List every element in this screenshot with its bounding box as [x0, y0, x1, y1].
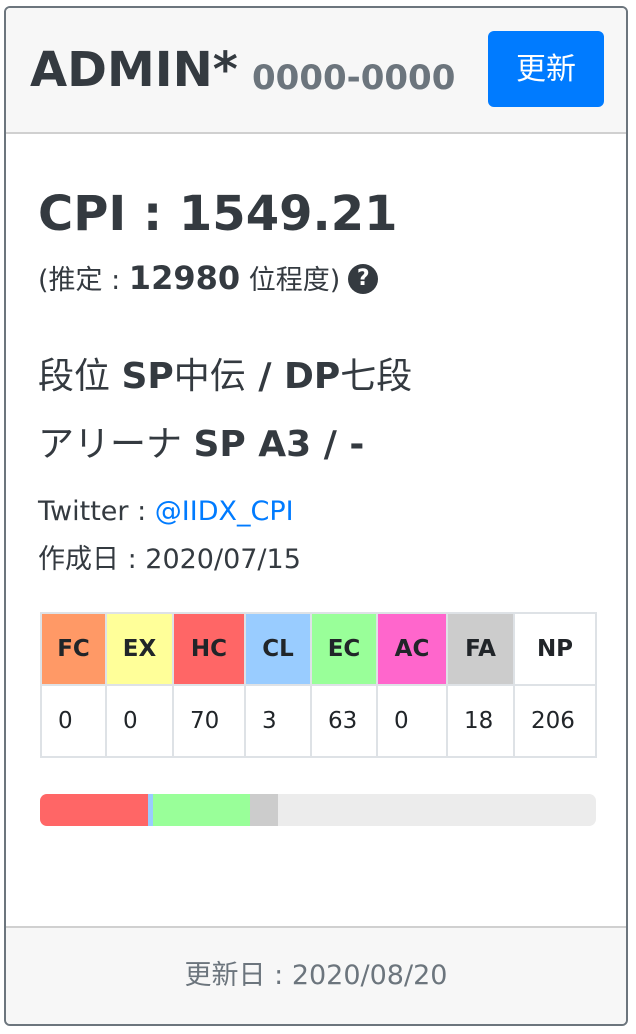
- updated-date: 2020/08/20: [291, 960, 448, 991]
- dan-separator: /: [245, 356, 284, 397]
- profile-card: ADMIN* 0000-0000 更新 CPI : 1549.21 (推定 : …: [4, 6, 628, 1026]
- progress-segment-fa: [250, 794, 278, 826]
- lamp-header-ex: EX: [105, 612, 174, 686]
- card-footer: 更新日 : 2020/08/20: [6, 926, 626, 1024]
- lamp-header-ec: EC: [310, 612, 378, 686]
- user-id: 0000-0000: [252, 58, 456, 98]
- updated-label: 更新日 :: [184, 960, 292, 991]
- twitter-link[interactable]: @IIDX_CPI: [155, 496, 294, 527]
- arena-value: SP A3 / -: [193, 424, 365, 465]
- cpi-value: 1549.21: [178, 186, 398, 242]
- lamp-count-ac: 0: [376, 684, 448, 758]
- updated-line: 更新日 : 2020/08/20: [6, 956, 626, 996]
- dan-sp: SP: [121, 356, 174, 397]
- question-circle-icon[interactable]: ?: [348, 263, 379, 294]
- clear-lamp-progress-bar: [40, 794, 596, 826]
- estimated-rank: (推定 : 12980 位程度)?: [38, 258, 379, 301]
- clear-lamp-table: FC EX HC CL EC AC FA NP 0 0 70 3 63 0 18…: [40, 612, 597, 758]
- lamp-count-fc: 0: [40, 684, 107, 758]
- lamp-count-row: 0 0 70 3 63 0 18 206: [40, 684, 597, 758]
- cpi-score: CPI : 1549.21: [38, 184, 398, 244]
- lamp-header-fc: FC: [40, 612, 107, 686]
- estimate-prefix: (推定 :: [38, 265, 129, 296]
- progress-segment-ec: [152, 794, 251, 826]
- dan-dp-rank: 七段: [340, 356, 413, 397]
- lamp-count-ec: 63: [310, 684, 378, 758]
- arena-label: アリーナ: [38, 424, 194, 465]
- estimate-suffix: 位程度): [240, 265, 341, 296]
- estimate-rank: 12980: [128, 259, 241, 297]
- lamp-header-hc: HC: [172, 612, 246, 686]
- dan-label: 段位: [38, 356, 122, 397]
- lamp-count-fa: 18: [446, 684, 515, 758]
- lamp-header-np: NP: [513, 612, 597, 686]
- update-button[interactable]: 更新: [488, 31, 604, 107]
- card-header: ADMIN* 0000-0000 更新: [6, 8, 626, 134]
- lamp-header-cl: CL: [244, 612, 312, 686]
- lamp-header-fa: FA: [446, 612, 515, 686]
- lamp-count-np: 206: [513, 684, 597, 758]
- twitter-line: Twitter : @IIDX_CPI: [38, 492, 294, 532]
- lamp-header-ac: AC: [376, 612, 448, 686]
- progress-segment-hc: [40, 794, 149, 826]
- dan-rank: 段位 SP中伝 / DP七段: [38, 352, 412, 402]
- dan-sp-rank: 中伝: [173, 356, 246, 397]
- dan-dp: DP: [284, 356, 341, 397]
- created-label: 作成日 :: [38, 544, 146, 575]
- lamp-count-hc: 70: [172, 684, 246, 758]
- created-line: 作成日 : 2020/07/15: [38, 540, 301, 580]
- lamp-count-cl: 3: [244, 684, 312, 758]
- created-date: 2020/07/15: [145, 544, 301, 575]
- arena-rank: アリーナ SP A3 / -: [38, 420, 364, 470]
- lamp-header-row: FC EX HC CL EC AC FA NP: [40, 612, 597, 686]
- user-name: ADMIN*: [30, 42, 238, 98]
- cpi-label: CPI :: [38, 186, 179, 242]
- twitter-label: Twitter :: [38, 496, 155, 527]
- lamp-count-ex: 0: [105, 684, 174, 758]
